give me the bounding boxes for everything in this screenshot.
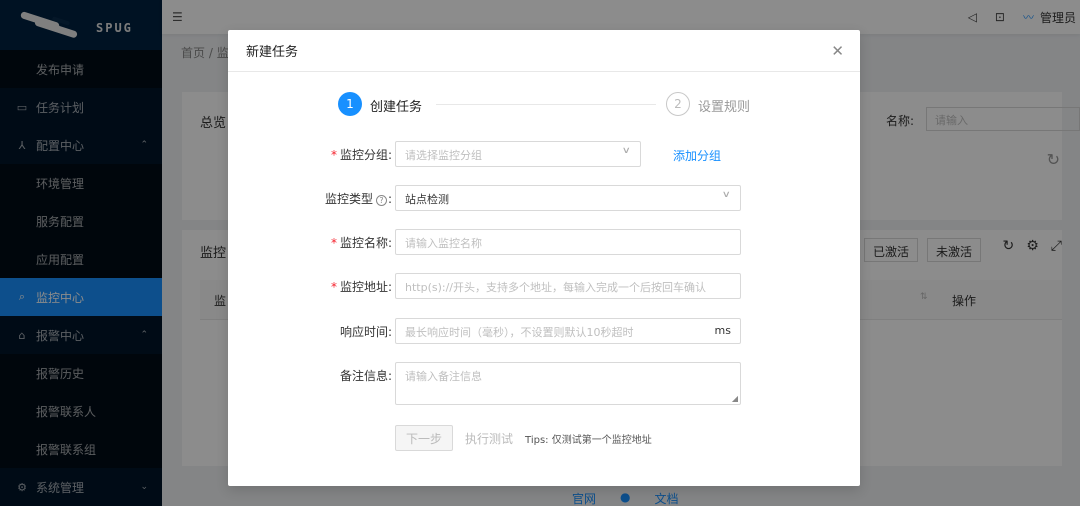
- remark-label: 备注信息:: [339, 369, 392, 383]
- chevron-down-icon: ∨: [622, 146, 632, 156]
- next-step-button[interactable]: 下一步: [395, 425, 453, 451]
- timeout-label: 响应时间:: [339, 325, 392, 339]
- form-row-type: 监控类型?: 站点检测 ∨: [228, 185, 860, 211]
- form-row-timeout: 响应时间: 最长响应时间（毫秒），不设置则默认10秒超时 ms: [228, 318, 860, 344]
- type-label: 监控类型?:: [324, 192, 392, 206]
- chevron-down-icon: ∨: [722, 190, 732, 200]
- form-row-name: * 监控名称: 请输入监控名称: [228, 229, 860, 255]
- remark-textarea[interactable]: 请输入备注信息 ◢: [395, 362, 741, 405]
- help-icon[interactable]: ?: [375, 195, 387, 206]
- group-label: * 监控分组:: [330, 148, 392, 162]
- address-input[interactable]: http(s)://开头，支持多个地址，每输入完成一个后按回车确认: [395, 273, 741, 299]
- step-2-icon: 2: [666, 92, 690, 116]
- step-1-title: 创建任务: [370, 100, 423, 115]
- modal-footer: 下一步 执行测试 Tips: 仅测试第一个监控地址: [395, 425, 652, 451]
- step-2-title: 设置规则: [698, 100, 751, 115]
- form-row-remark: 备注信息: 请输入备注信息 ◢: [228, 362, 860, 405]
- timeout-input[interactable]: 最长响应时间（毫秒），不设置则默认10秒超时 ms: [395, 318, 741, 344]
- steps: 1 创建任务 2 设置规则: [338, 92, 758, 118]
- resize-handle-icon[interactable]: ◢: [732, 394, 738, 403]
- new-task-modal: 新建任务 ✕ 1 创建任务 2 设置规则 * 监控分组: 请选择监控分组 ∨ 添加…: [228, 30, 860, 486]
- step-connector: [436, 104, 656, 105]
- close-icon[interactable]: ✕: [831, 42, 844, 60]
- form-row-group: * 监控分组: 请选择监控分组 ∨ 添加分组: [228, 141, 860, 167]
- tips-text: Tips: 仅测试第一个监控地址: [525, 434, 652, 446]
- run-test-button[interactable]: 执行测试: [465, 430, 513, 447]
- address-label: * 监控地址:: [330, 280, 392, 294]
- modal-title: 新建任务: [246, 45, 299, 60]
- type-select[interactable]: 站点检测 ∨: [395, 185, 741, 211]
- timeout-suffix: ms: [714, 324, 731, 337]
- modal-header: 新建任务: [228, 30, 860, 72]
- name-label: * 监控名称:: [330, 236, 392, 250]
- name-input[interactable]: 请输入监控名称: [395, 229, 741, 255]
- form-row-address: * 监控地址: http(s)://开头，支持多个地址，每输入完成一个后按回车确认: [228, 273, 860, 299]
- step-1-icon: 1: [338, 92, 362, 116]
- add-group-link[interactable]: 添加分组: [673, 147, 721, 164]
- group-select[interactable]: 请选择监控分组 ∨: [395, 141, 641, 167]
